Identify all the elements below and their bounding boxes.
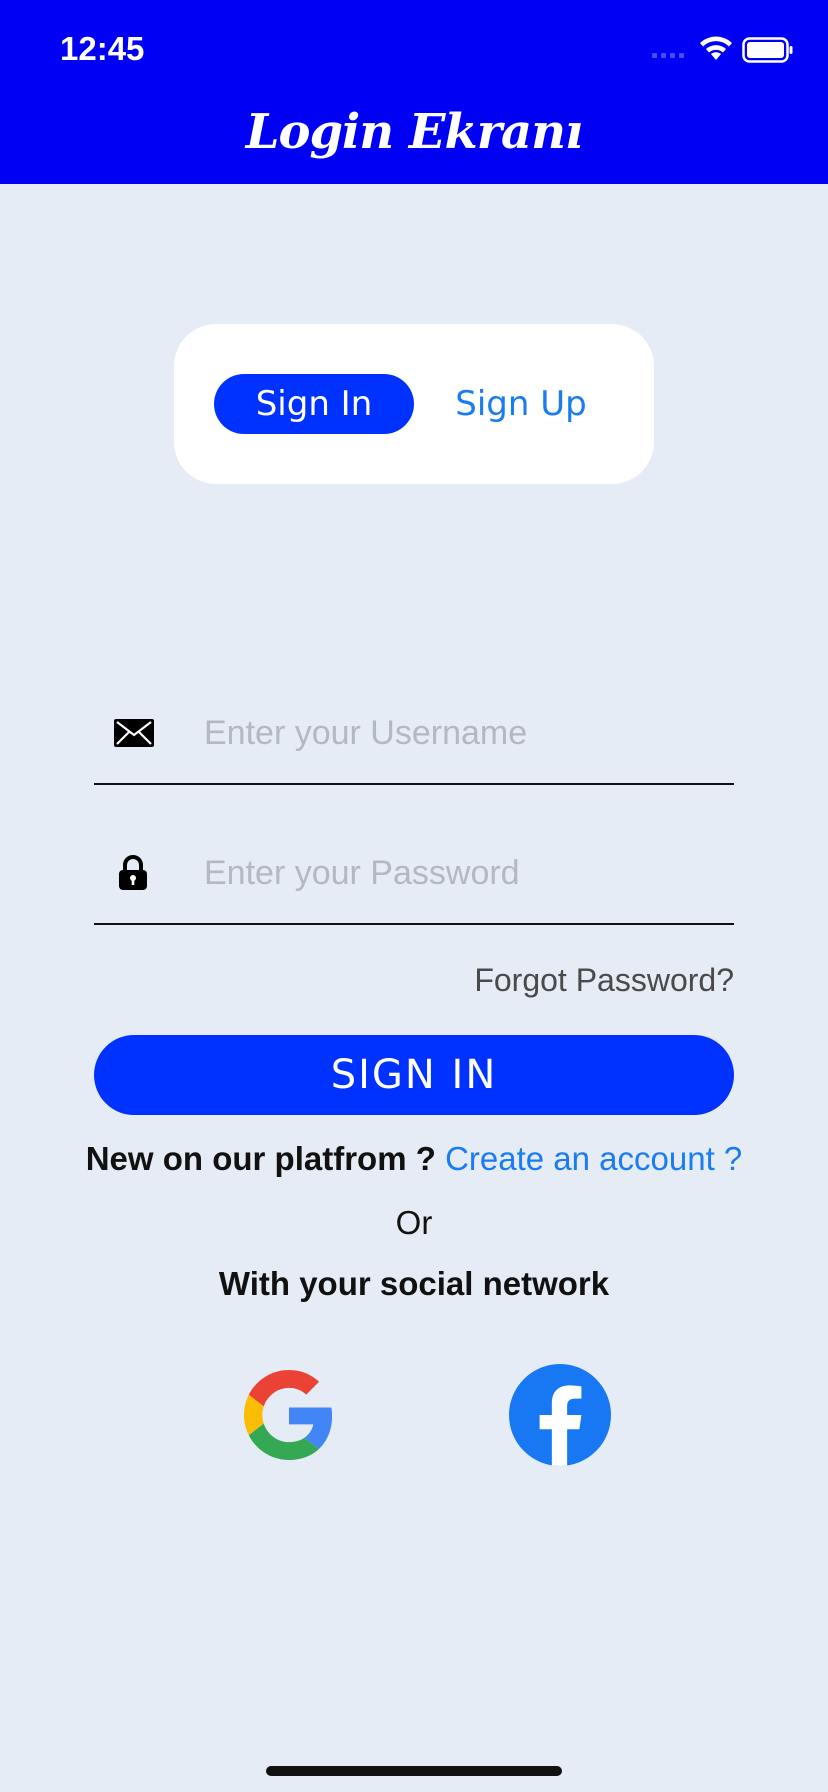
facebook-icon[interactable] <box>509 1364 611 1466</box>
tab-sign-up[interactable]: Sign Up <box>436 374 606 434</box>
header-bar: 12:45 Login Ekranı <box>0 0 828 184</box>
password-field <box>94 823 734 925</box>
lock-icon <box>119 855 147 890</box>
wifi-icon <box>700 36 732 60</box>
username-input[interactable] <box>204 683 724 783</box>
auth-mode-switch: Sign In Sign Up <box>174 324 654 484</box>
page-title: Login Ekranı <box>245 104 584 160</box>
password-input[interactable] <box>204 823 724 923</box>
envelope-icon <box>114 719 154 747</box>
or-divider-label: Or <box>395 1204 433 1241</box>
google-icon[interactable] <box>244 1370 334 1460</box>
forgot-password-link[interactable]: Forgot Password? <box>400 962 734 999</box>
signup-question: New on our platfrom ? <box>85 1140 436 1177</box>
create-account-link[interactable]: Create an account ? <box>445 1140 742 1177</box>
tab-sign-in[interactable]: Sign In <box>214 374 414 434</box>
signup-prompt: New on our platfrom ? Create an account … <box>0 1140 828 1178</box>
battery-icon <box>742 37 793 63</box>
status-time: 12:45 <box>60 30 145 67</box>
sign-in-button[interactable]: SIGN IN <box>94 1035 734 1115</box>
cellular-dots-icon <box>652 53 684 58</box>
social-network-label: With your social network <box>218 1265 610 1302</box>
username-field <box>94 683 734 785</box>
home-indicator[interactable] <box>266 1766 562 1776</box>
